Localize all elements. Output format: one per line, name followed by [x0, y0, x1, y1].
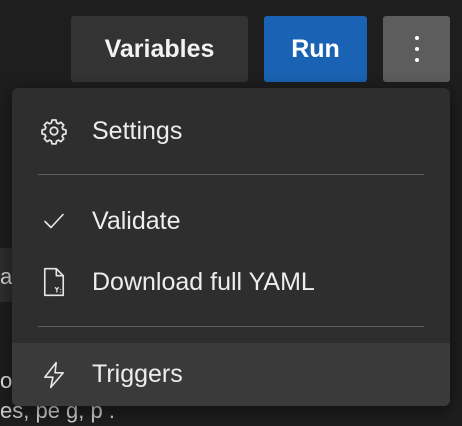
- menu-item-validate[interactable]: Validate: [12, 191, 450, 251]
- menu-item-label: Download full YAML: [92, 267, 315, 296]
- menu-divider: [38, 326, 424, 327]
- menu-divider: [38, 174, 424, 175]
- check-icon: [39, 206, 69, 236]
- more-options-button[interactable]: [383, 16, 450, 82]
- variables-button[interactable]: Variables: [71, 16, 248, 82]
- gear-icon: [39, 116, 69, 146]
- more-vertical-icon: [414, 58, 419, 62]
- menu-item-label: Validate: [92, 206, 181, 235]
- menu-item-label: Settings: [92, 116, 183, 145]
- menu-item-settings[interactable]: Settings: [12, 101, 450, 161]
- run-button-label: Run: [291, 34, 340, 63]
- more-vertical-icon: [414, 47, 419, 51]
- lightning-bolt-icon: [39, 360, 69, 390]
- more-vertical-icon: [414, 36, 419, 40]
- menu-item-download-yaml[interactable]: Download full YAML: [12, 252, 450, 312]
- more-options-menu: Settings Validate Download full YAML Tri…: [12, 88, 450, 406]
- file-yaml-icon: [39, 267, 69, 297]
- variables-button-label: Variables: [104, 34, 215, 63]
- background-text-fragment: o: [0, 368, 12, 393]
- menu-item-label: Triggers: [92, 360, 183, 388]
- background-text-fragment: a: [0, 264, 12, 289]
- menu-item-triggers[interactable]: Triggers: [12, 343, 450, 406]
- run-button[interactable]: Run: [264, 16, 367, 82]
